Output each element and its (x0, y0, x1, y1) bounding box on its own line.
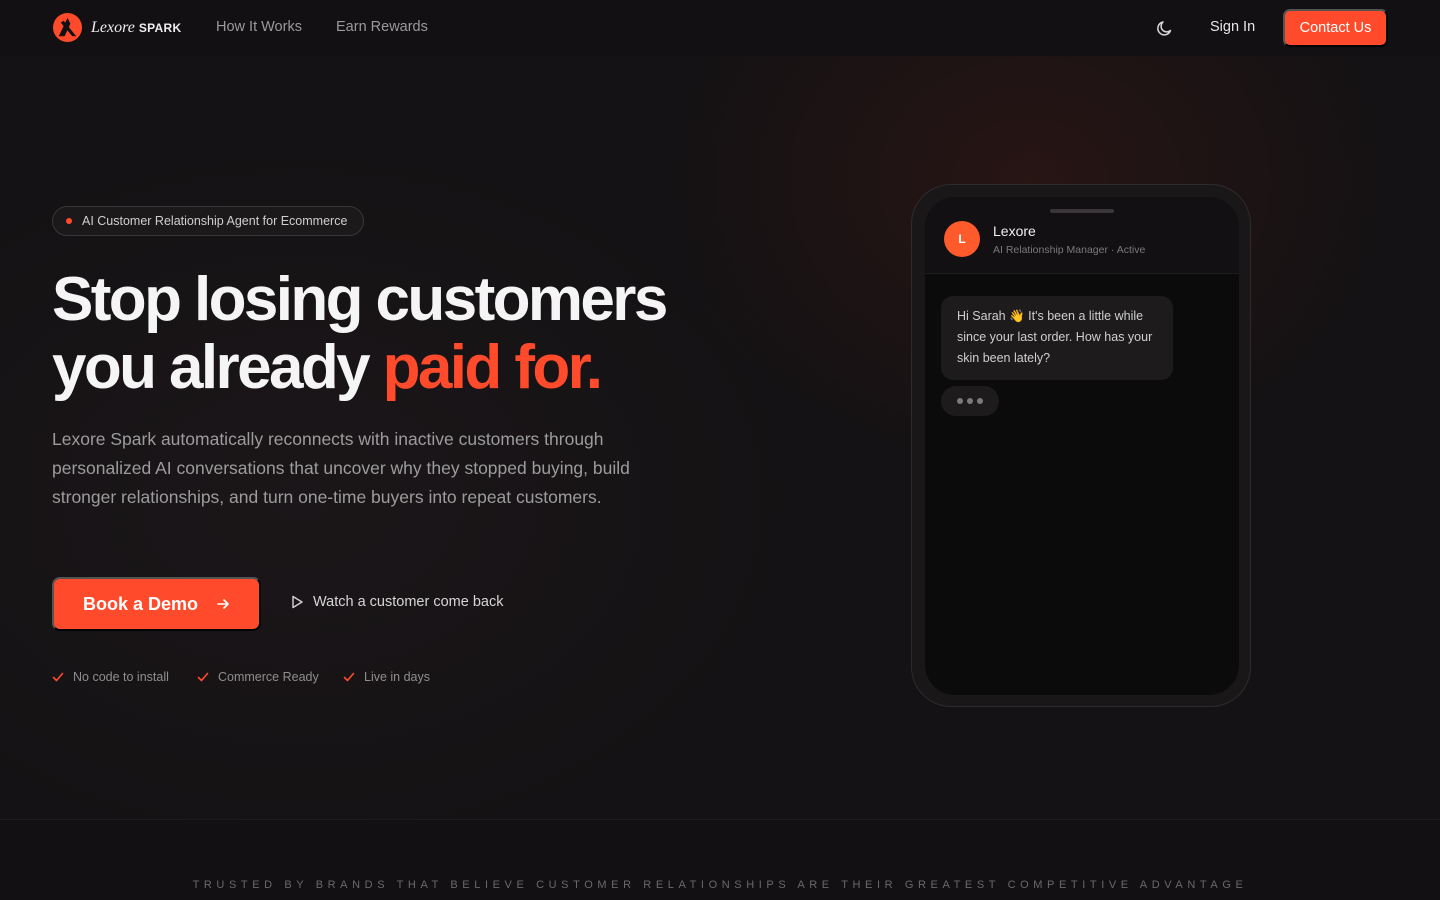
moon-icon[interactable] (1155, 18, 1175, 38)
badge-dot (66, 218, 72, 224)
chat-contact-name: Lexore (993, 223, 1036, 239)
book-demo-label: Book a Demo (82, 593, 199, 614)
book-demo-button[interactable]: Book a Demo (52, 577, 261, 631)
typing-dot (967, 398, 973, 404)
logo-mark-icon (52, 12, 83, 43)
chat-message-bubble: Hi Sarah 👋 It's been a little while sinc… (941, 296, 1173, 380)
watch-video-link[interactable]: Watch a customer come back (290, 594, 503, 610)
top-nav: Lexore SPARK How It Works Earn Rewards S… (0, 0, 1440, 56)
hero-subtext: Lexore Spark automatically reconnects wi… (52, 429, 630, 507)
feature-item: No code to install (52, 670, 169, 684)
check-icon (52, 672, 64, 682)
trusted-by-text: TRUSTED BY BRANDS THAT BELIEVE CUSTOMER … (192, 879, 1248, 891)
brand-name: Lexore (91, 18, 135, 36)
hero-headline: Stop losing customers you already paid f… (52, 266, 752, 402)
arrow-right-icon (217, 599, 229, 609)
feature-label: No code to install (73, 670, 169, 684)
headline-line-1: Stop losing customers (52, 265, 668, 334)
avatar: L (944, 221, 980, 257)
feature-item: Live in days (343, 670, 430, 684)
contact-us-button[interactable]: Contact Us (1283, 9, 1388, 47)
typing-dot (977, 398, 983, 404)
brand-suffix: SPARK (138, 20, 182, 35)
logo[interactable]: Lexore SPARK (52, 12, 181, 43)
chat-contact-status: AI Relationship Manager · Active (993, 244, 1146, 256)
typing-dot (957, 398, 963, 404)
watch-video-label: Watch a customer come back (313, 594, 504, 610)
nav-link-earn-rewards[interactable]: Earn Rewards (336, 19, 428, 35)
headline-accent: paid for. (382, 333, 603, 402)
badge-label: AI Customer Relationship Agent for Ecomm… (82, 214, 348, 228)
check-icon (197, 672, 209, 682)
feature-label: Live in days (364, 670, 431, 684)
headline-line-2: you already (52, 333, 383, 402)
nav-link-how-it-works[interactable]: How It Works (216, 19, 302, 35)
phone-screen: L Lexore AI Relationship Manager · Activ… (925, 197, 1239, 695)
phone-notch (1050, 209, 1114, 213)
phone-mockup: L Lexore AI Relationship Manager · Activ… (911, 184, 1251, 707)
feature-item: Commerce Ready (197, 670, 319, 684)
play-icon (292, 595, 303, 609)
check-icon (343, 672, 355, 682)
typing-indicator (941, 386, 999, 416)
feature-label: Commerce Ready (218, 670, 319, 684)
chat-header: L Lexore AI Relationship Manager · Activ… (925, 197, 1239, 274)
hero-badge: AI Customer Relationship Agent for Ecomm… (52, 206, 364, 236)
sign-in-link[interactable]: Sign In (1210, 19, 1255, 35)
